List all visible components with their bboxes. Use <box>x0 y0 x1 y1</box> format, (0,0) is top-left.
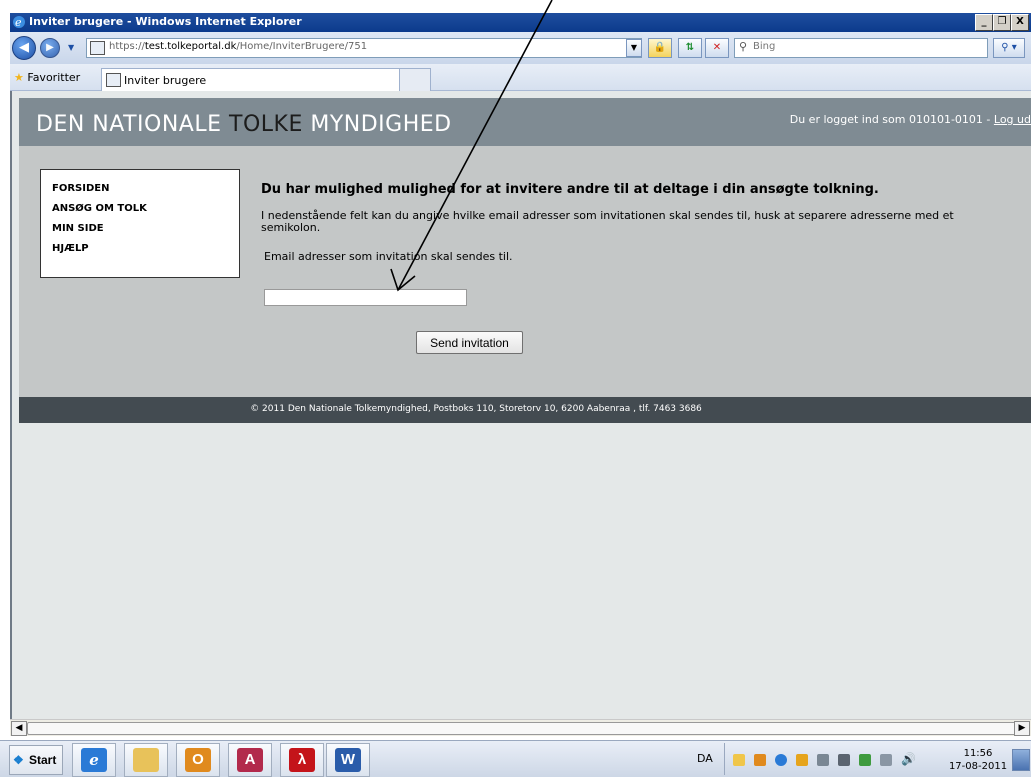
site-container: DEN NATIONALE TOLKE MYNDIGHED Du er logg… <box>19 98 1031 423</box>
page-icon <box>106 73 121 87</box>
outlook-tray-icon[interactable] <box>754 754 766 766</box>
clock-time: 11:56 <box>963 748 993 759</box>
nav-item-min-side[interactable]: MIN SIDE <box>52 223 104 234</box>
internet-explorer-icon: e <box>13 16 25 29</box>
site-body: FORSIDEN ANSØG OM TOLK MIN SIDE HJÆLP Du… <box>19 146 1031 397</box>
nav-item-hjaelp[interactable]: HJÆLP <box>52 243 89 254</box>
login-status: Du er logget ind som 010101-0101 - Log u… <box>789 113 1031 126</box>
taskbar-windows-explorer[interactable] <box>124 743 168 777</box>
search-go-icon[interactable]: ⚲ ▾ <box>993 38 1025 58</box>
clock[interactable]: 11:56 17-08-2011 <box>948 747 1008 773</box>
star-icon: ★ <box>14 71 24 84</box>
scroll-left-icon[interactable]: ◀ <box>11 721 27 736</box>
safely-remove-icon[interactable] <box>859 754 871 766</box>
vm-icon[interactable] <box>838 754 850 766</box>
start-button[interactable]: ❖ Start <box>9 745 63 775</box>
new-tab-button[interactable] <box>399 68 431 91</box>
site-logo[interactable]: DEN NATIONALE TOLKE MYNDIGHED <box>36 112 452 137</box>
site-footer: © 2011 Den Nationale Tolkemyndighed, Pos… <box>19 397 1031 423</box>
email-field[interactable] <box>264 289 467 306</box>
language-indicator[interactable]: DA <box>697 752 713 765</box>
url-text[interactable]: https://test.tolkeportal.dk/Home/Inviter… <box>109 41 367 52</box>
system-tray: 🔊 <box>724 743 955 775</box>
nav-item-ansog-om-tolk[interactable]: ANSØG OM TOLK <box>52 203 147 214</box>
page-icon <box>90 41 105 55</box>
tab-inviter-brugere[interactable]: Inviter brugere <box>101 68 401 91</box>
clock-date: 17-08-2011 <box>948 761 1008 772</box>
window-title-bar[interactable]: e Inviter brugere - Windows Internet Exp… <box>10 13 1031 32</box>
outlook-icon: O <box>185 748 211 772</box>
maximize-button[interactable]: ❐ <box>993 14 1011 31</box>
minimize-button[interactable]: _ <box>975 14 993 31</box>
taskbar-acrobat-reader[interactable]: λ <box>280 743 324 777</box>
close-button[interactable]: X <box>1011 14 1029 31</box>
taskbar-access[interactable]: A <box>228 743 272 777</box>
pdf-icon: λ <box>289 748 315 772</box>
show-desktop-button[interactable] <box>1012 749 1030 771</box>
page-viewport: DEN NATIONALE TOLKE MYNDIGHED Du er logg… <box>10 91 1031 719</box>
logout-link[interactable]: Log ud <box>994 113 1031 126</box>
scrollbar-thumb[interactable] <box>27 722 1017 735</box>
access-icon: A <box>237 748 263 772</box>
back-arrow-icon[interactable]: ◀ <box>12 36 36 60</box>
security-icon[interactable] <box>796 754 808 766</box>
horizontal-scrollbar[interactable]: ◀ ▶ <box>10 719 1031 736</box>
taskbar: ❖ Start e O A λ W DA 🔊 11:56 17-08-2011 <box>0 740 1031 777</box>
word-icon: W <box>335 748 361 772</box>
taskbar-internet-explorer[interactable]: e <box>72 743 116 777</box>
refresh-icon[interactable]: ⇅ <box>678 38 702 58</box>
volume-icon[interactable]: 🔊 <box>901 752 916 766</box>
stop-icon[interactable]: ✕ <box>705 38 729 58</box>
search-icon: ⚲ <box>739 40 748 53</box>
favorites-bar: ★ Favoritter Inviter brugere <box>10 64 1031 91</box>
folder-icon <box>133 748 159 772</box>
network-icon[interactable] <box>775 754 787 766</box>
recent-pages-dropdown-icon[interactable]: ▼ <box>68 43 74 52</box>
side-navigation: FORSIDEN ANSØG OM TOLK MIN SIDE HJÆLP <box>40 169 240 278</box>
address-dropdown-button[interactable]: ▼ <box>626 39 642 57</box>
internet-explorer-icon: e <box>81 748 107 772</box>
address-bar[interactable]: https://test.tolkeportal.dk/Home/Inviter… <box>86 38 642 58</box>
taskbar-outlook[interactable]: O <box>176 743 220 777</box>
footer-text: © 2011 Den Nationale Tolkemyndighed, Pos… <box>250 404 702 414</box>
search-placeholder: Bing <box>753 41 776 52</box>
scroll-right-icon[interactable]: ▶ <box>1014 721 1030 736</box>
display-icon[interactable] <box>817 754 829 766</box>
window-title: Inviter brugere - Windows Internet Explo… <box>29 15 302 28</box>
favorites-button[interactable]: ★ Favoritter <box>14 71 80 84</box>
taskbar-word[interactable]: W <box>326 743 370 777</box>
send-invitation-button[interactable]: Send invitation <box>416 331 523 354</box>
mail-icon[interactable] <box>733 754 745 766</box>
email-field-label: Email adresser som invitation skal sende… <box>264 250 513 263</box>
lock-icon[interactable]: 🔒 <box>648 38 672 58</box>
tab-label: Inviter brugere <box>124 74 207 87</box>
page-description: I nedenstående felt kan du angive hvilke… <box>261 209 954 234</box>
navigation-bar: ◀ ▶ ▼ https://test.tolkeportal.dk/Home/I… <box>10 32 1031 64</box>
svg-text:e: e <box>15 16 22 29</box>
site-header: DEN NATIONALE TOLKE MYNDIGHED Du er logg… <box>19 98 1031 146</box>
forward-arrow-icon[interactable]: ▶ <box>40 38 60 58</box>
printer-icon[interactable] <box>880 754 892 766</box>
nav-item-forsiden[interactable]: FORSIDEN <box>52 183 109 194</box>
search-input[interactable]: ⚲ Bing <box>734 38 988 58</box>
page-title: Du har mulighed mulighed for at invitere… <box>261 182 879 197</box>
windows-logo-icon: ❖ <box>13 753 24 767</box>
